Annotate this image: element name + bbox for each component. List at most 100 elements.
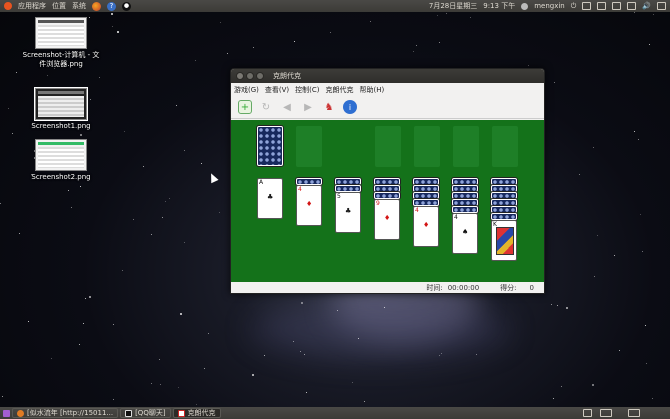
menu-help[interactable]: 帮助(H)	[360, 85, 385, 95]
desktop-icon-screenshot2[interactable]: Screenshot2.png	[21, 139, 101, 182]
face-down-card	[413, 192, 439, 199]
face-up-card[interactable]: 5 ♣	[335, 192, 361, 233]
taskbar-item-klondike[interactable]: 克朗代克	[172, 408, 221, 418]
window-titlebar[interactable]: 克朗代克	[231, 69, 544, 83]
undo-icon[interactable]: ◀	[280, 100, 294, 114]
mail-icon[interactable]	[597, 2, 607, 10]
star	[220, 22, 221, 23]
face-down-card	[374, 185, 400, 192]
menu-view[interactable]: 查看(V)	[265, 85, 289, 95]
foundation-slot-4[interactable]	[492, 126, 518, 167]
star	[640, 214, 641, 215]
volume-icon[interactable]: 🔊	[642, 2, 651, 10]
panel-username[interactable]: mengxin	[534, 2, 565, 10]
camera-icon[interactable]	[627, 2, 637, 10]
star	[370, 21, 371, 22]
close-button[interactable]	[236, 72, 244, 80]
network-icon[interactable]	[612, 2, 622, 10]
star	[227, 53, 228, 54]
face-down-card	[296, 178, 322, 185]
taskbar-item-qq[interactable]: [QQ聊天]	[120, 408, 171, 418]
star	[201, 163, 202, 164]
menu-applications[interactable]: 应用程序	[18, 1, 46, 11]
foundation-slot-3[interactable]	[453, 126, 479, 167]
maximize-button[interactable]	[256, 72, 264, 80]
game-board[interactable]: A ♣ 4 ♦ 5 ♣ 9 ♦ 4 ♦ 4 ♠ K	[231, 120, 544, 282]
star	[143, 166, 144, 167]
trash-icon[interactable]	[583, 409, 592, 417]
menu-control[interactable]: 控制(C)	[295, 85, 319, 95]
star	[352, 382, 353, 383]
minimize-button[interactable]	[246, 72, 254, 80]
face-down-card	[452, 178, 478, 185]
star	[304, 354, 305, 355]
face-down-card	[452, 192, 478, 199]
face-down-card	[374, 192, 400, 199]
desktop-icon-screenshot-filebrowser[interactable]: Screenshot-计算机 - 文件浏览器.png	[21, 17, 101, 69]
hint-icon[interactable]: ♞	[322, 100, 336, 114]
taskbar-item-browser[interactable]: [似水流年 [http://15011...	[12, 408, 119, 418]
star	[614, 255, 615, 256]
face-up-card[interactable]: 4 ♦	[413, 206, 439, 247]
star	[133, 219, 134, 220]
face-up-card[interactable]: 9 ♦	[374, 199, 400, 240]
menu-system[interactable]: 系统	[72, 1, 86, 11]
desktop-icon-screenshot1[interactable]: Screenshot1.png	[21, 87, 101, 131]
menu-game[interactable]: 游戏(G)	[234, 85, 259, 95]
panel-time[interactable]: 9:13 下午	[483, 1, 515, 11]
redo-icon[interactable]: ▶	[301, 100, 315, 114]
file-thumbnail	[35, 17, 87, 49]
card-suit-pip: ♣	[267, 193, 274, 201]
info-icon[interactable]: i	[343, 100, 357, 114]
card-rank: 4	[454, 214, 458, 221]
notes-icon[interactable]	[582, 2, 592, 10]
panel-date[interactable]: 7月28日星期三	[429, 1, 477, 11]
workspace-2-icon[interactable]	[628, 409, 640, 417]
face-up-card[interactable]: K	[491, 220, 517, 261]
window-menubar: 游戏(G) 查看(V) 控制(C) 克朗代克 帮助(H)	[231, 83, 544, 96]
star	[16, 72, 17, 73]
star	[649, 44, 650, 45]
waste-slot[interactable]	[296, 126, 322, 167]
bottom-panel: [似水流年 [http://15011... [QQ聊天] 克朗代克	[0, 407, 670, 419]
restart-icon[interactable]: ↻	[259, 100, 273, 114]
star	[653, 14, 654, 15]
face-up-card[interactable]: 4 ♠	[452, 213, 478, 254]
stock-pile[interactable]	[257, 126, 283, 166]
time-label: 时间:	[426, 284, 443, 292]
battery-icon[interactable]	[657, 2, 666, 10]
star	[113, 399, 114, 400]
foundation-slot-2[interactable]	[414, 126, 440, 167]
star	[0, 203, 1, 204]
ubuntu-logo-icon[interactable]	[4, 2, 12, 10]
workspace-switcher-icon[interactable]	[600, 409, 612, 417]
power-icon[interactable]: ⏻	[571, 2, 577, 11]
star	[159, 359, 160, 360]
foundation-slot-1[interactable]	[375, 126, 401, 167]
menu-places[interactable]: 位置	[52, 1, 66, 11]
score-label: 得分:	[500, 284, 517, 292]
star	[566, 307, 568, 309]
qq-penguin-icon[interactable]	[122, 1, 131, 11]
star	[528, 65, 529, 66]
menu-klondike[interactable]: 克朗代克	[326, 85, 354, 95]
face-up-card[interactable]: A ♣	[257, 178, 283, 219]
firefox-icon[interactable]	[92, 1, 101, 11]
help-icon[interactable]: ?	[107, 1, 116, 11]
star	[184, 242, 185, 243]
star	[117, 31, 119, 33]
show-desktop-icon[interactable]	[3, 409, 10, 417]
star	[652, 398, 653, 399]
face-down-card	[452, 185, 478, 192]
klondike-window: 克朗代克 游戏(G) 查看(V) 控制(C) 克朗代克 帮助(H) + ↻ ◀ …	[230, 68, 545, 294]
file-thumbnail	[35, 139, 87, 171]
mouse-cursor	[207, 171, 219, 184]
new-game-icon[interactable]: +	[238, 100, 252, 114]
star	[111, 13, 113, 15]
star	[413, 51, 414, 52]
star	[439, 42, 440, 43]
face-up-card[interactable]: 4 ♦	[296, 185, 322, 226]
star	[151, 234, 152, 235]
star	[180, 313, 182, 315]
star	[337, 310, 338, 311]
